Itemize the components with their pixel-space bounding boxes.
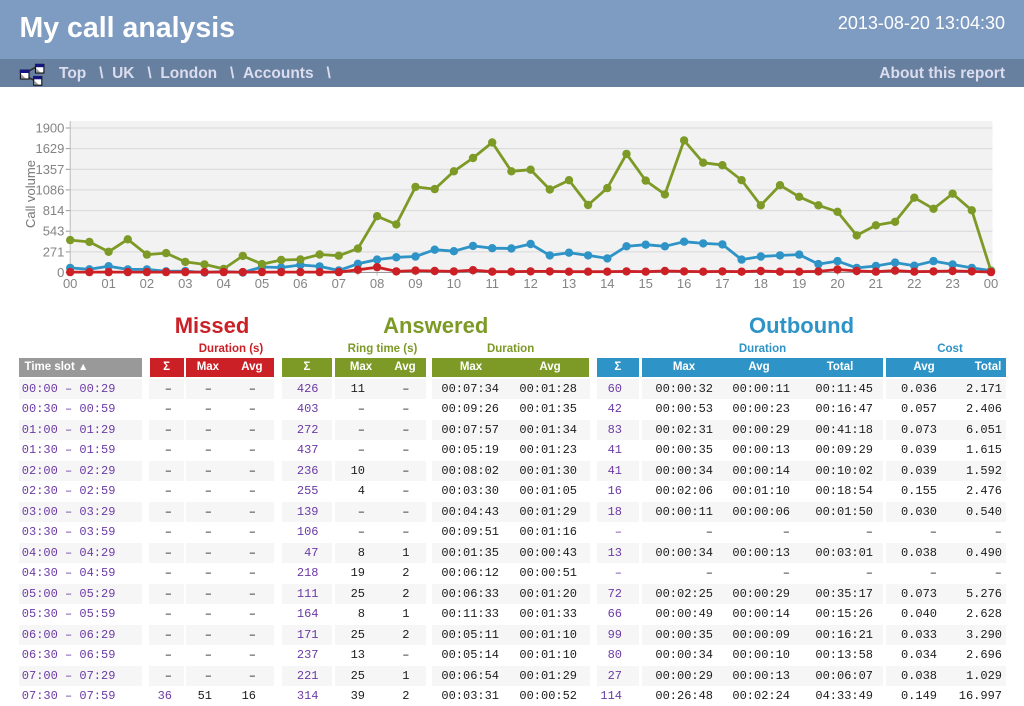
svg-text:15: 15 — [638, 276, 652, 291]
svg-text:00: 00 — [984, 276, 998, 291]
svg-text:18: 18 — [754, 276, 768, 291]
svg-text:06: 06 — [293, 276, 307, 291]
svg-text:04: 04 — [216, 276, 230, 291]
svg-text:11: 11 — [485, 276, 499, 291]
svg-text:19: 19 — [792, 276, 806, 291]
svg-text:Call volume: Call volume — [23, 160, 38, 228]
svg-text:20: 20 — [830, 276, 844, 291]
svg-text:17: 17 — [715, 276, 729, 291]
svg-text:00: 00 — [63, 276, 77, 291]
svg-text:01: 01 — [101, 276, 115, 291]
svg-text:1086: 1086 — [35, 182, 64, 197]
svg-text:09: 09 — [408, 276, 422, 291]
svg-text:14: 14 — [600, 276, 614, 291]
svg-text:814: 814 — [43, 203, 65, 218]
svg-text:07: 07 — [332, 276, 346, 291]
svg-text:1629: 1629 — [35, 141, 64, 156]
svg-text:1900: 1900 — [35, 121, 64, 136]
svg-text:10: 10 — [447, 276, 461, 291]
svg-text:23: 23 — [945, 276, 959, 291]
svg-text:12: 12 — [523, 276, 537, 291]
svg-text:21: 21 — [869, 276, 883, 291]
svg-text:271: 271 — [43, 244, 65, 259]
svg-text:13: 13 — [562, 276, 576, 291]
svg-text:03: 03 — [178, 276, 192, 291]
svg-text:08: 08 — [370, 276, 384, 291]
svg-text:22: 22 — [907, 276, 921, 291]
svg-text:16: 16 — [677, 276, 691, 291]
svg-text:02: 02 — [140, 276, 154, 291]
svg-text:1357: 1357 — [35, 162, 64, 177]
svg-text:05: 05 — [255, 276, 269, 291]
svg-text:543: 543 — [43, 224, 65, 239]
